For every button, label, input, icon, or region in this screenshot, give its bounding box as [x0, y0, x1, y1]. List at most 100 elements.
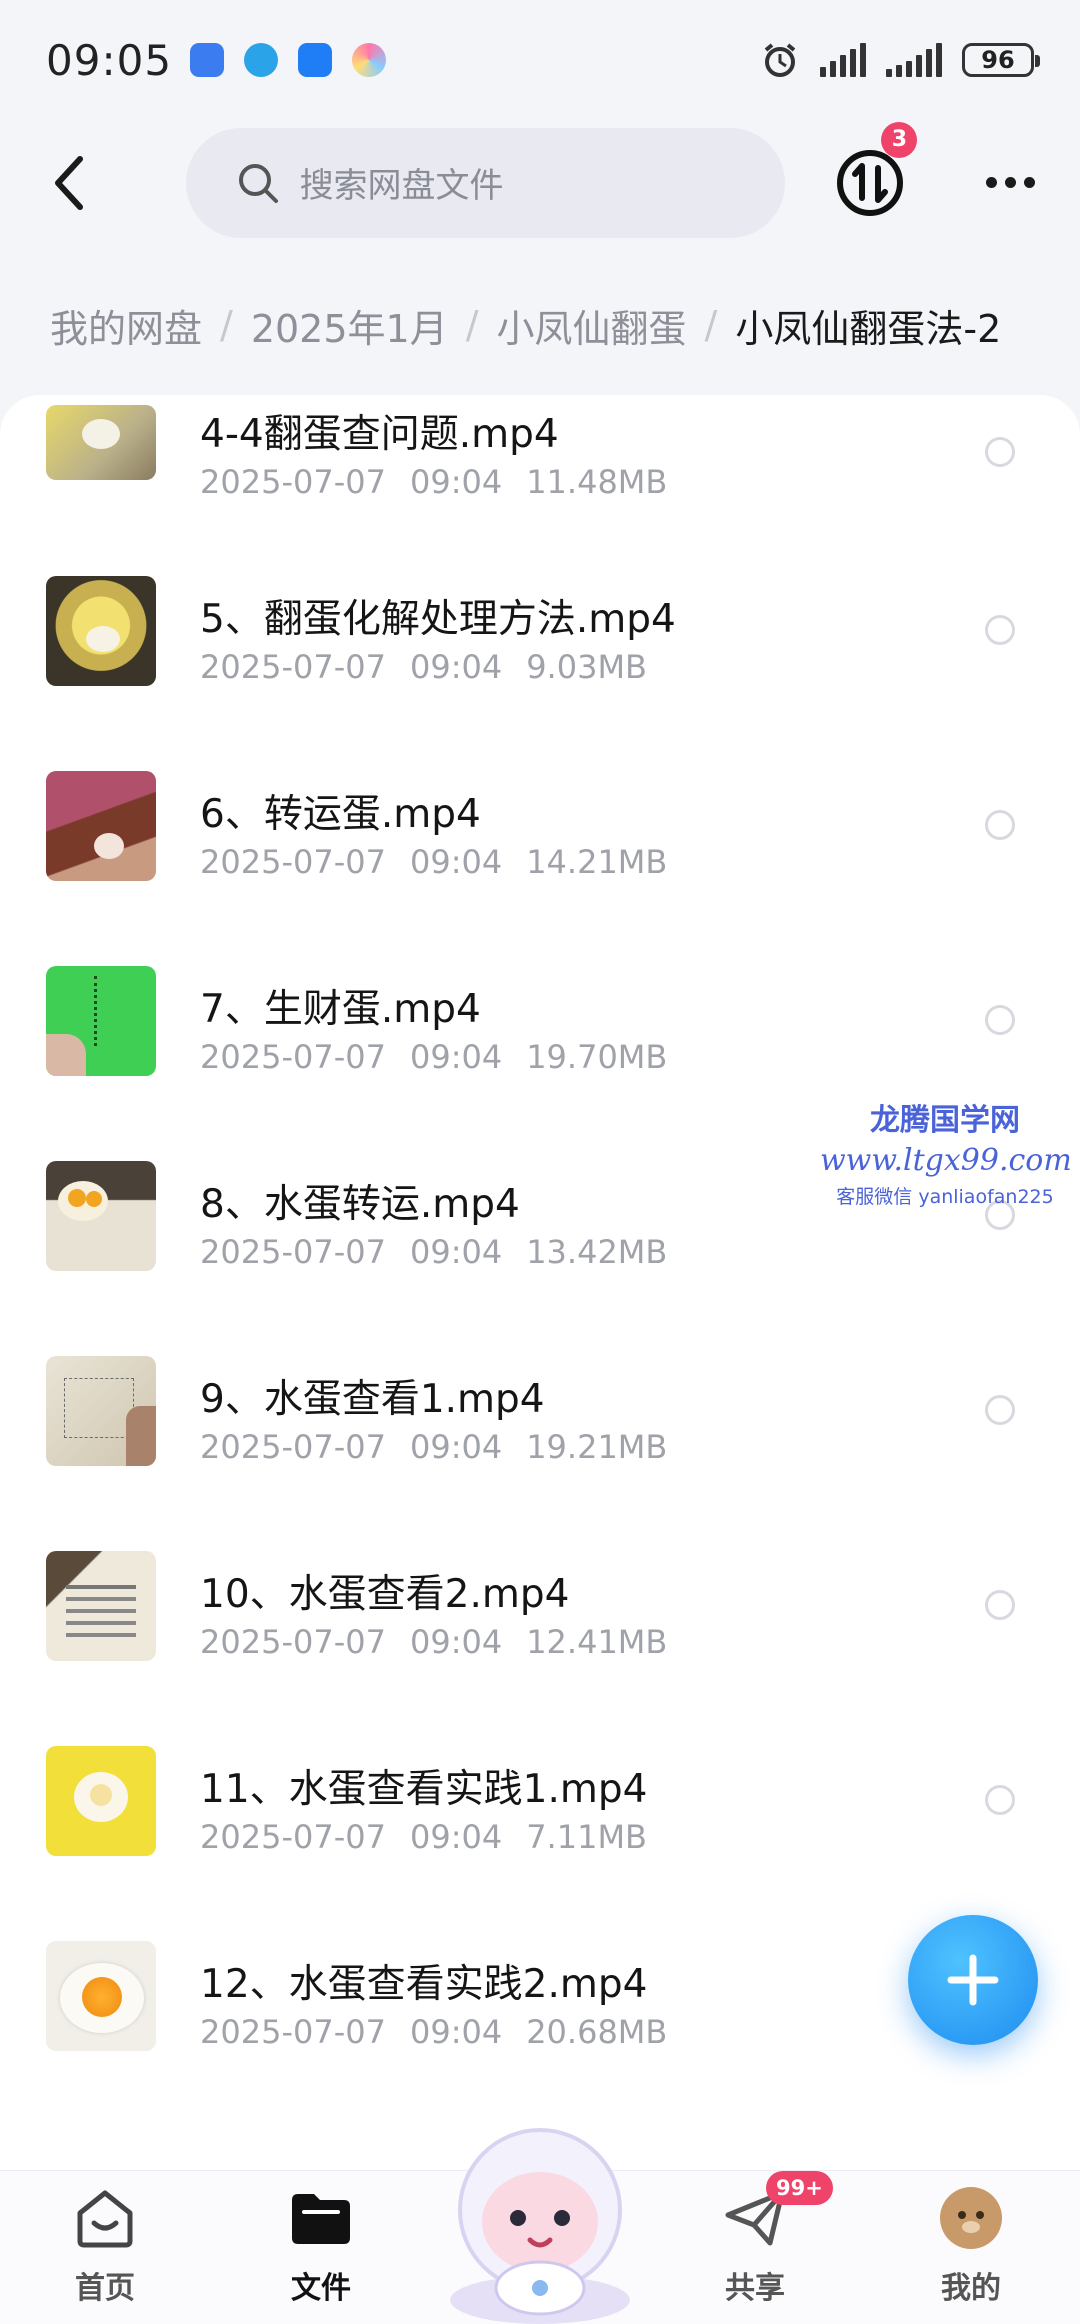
more-button[interactable] — [980, 153, 1040, 213]
file-time: 09:04 — [409, 648, 503, 686]
file-row[interactable]: 6、转运蛋.mp4 2025-07-07 09:04 14.21MB — [0, 725, 1080, 920]
file-time: 09:04 — [409, 1623, 503, 1661]
video-thumbnail — [46, 1161, 156, 1271]
file-size: 19.70MB — [526, 1038, 668, 1076]
file-row[interactable]: 9、水蛋查看1.mp4 2025-07-07 09:04 19.21MB — [0, 1310, 1080, 1505]
video-thumbnail — [46, 1551, 156, 1661]
transfer-button[interactable]: 3 — [835, 121, 918, 218]
breadcrumb-item[interactable]: 小凤仙翻蛋 — [497, 298, 687, 353]
file-name: 9、水蛋查看1.mp4 — [200, 1377, 545, 1422]
breadcrumb: 我的网盘 / 2025年1月 / 小凤仙翻蛋 / 小凤仙翻蛋法-2 — [50, 290, 1080, 360]
file-meta: 2025-07-07 09:04 14.21MB — [200, 843, 691, 881]
select-radio[interactable] — [985, 437, 1015, 467]
breadcrumb-separator: / — [704, 303, 718, 347]
select-radio[interactable] — [985, 1005, 1015, 1035]
watermark-contact: 客服微信 yanliaofan225 — [836, 1186, 1054, 1208]
breadcrumb-item[interactable]: 2025年1月 — [251, 298, 448, 353]
file-size: 13.42MB — [526, 1233, 668, 1271]
select-radio[interactable] — [985, 1395, 1015, 1425]
file-time: 09:04 — [409, 1818, 503, 1856]
file-name: 5、翻蛋化解处理方法.mp4 — [200, 597, 676, 642]
file-date: 2025-07-07 — [200, 843, 386, 881]
file-name: 12、水蛋查看实践2.mp4 — [200, 1962, 648, 2007]
status-time: 09:05 — [46, 35, 173, 85]
file-size: 19.21MB — [526, 1428, 668, 1466]
file-name: 4-4翻蛋查问题.mp4 — [200, 412, 559, 457]
mascot-icon[interactable] — [430, 2110, 650, 2324]
app-notification-icon — [244, 43, 279, 77]
file-size: 12.41MB — [526, 1623, 668, 1661]
select-radio[interactable] — [985, 1590, 1015, 1620]
file-name: 7、生财蛋.mp4 — [200, 987, 481, 1032]
file-meta: 2025-07-07 09:04 19.21MB — [200, 1428, 691, 1466]
watermark-url: www.ltgx99.com — [820, 1143, 1072, 1178]
file-size: 14.21MB — [526, 843, 668, 881]
tab-share[interactable]: 99+ 共享 — [690, 2171, 833, 2323]
file-meta: 2025-07-07 09:04 11.48MB — [200, 463, 691, 501]
transfer-badge: 3 — [881, 121, 918, 158]
file-time: 09:04 — [409, 1428, 503, 1466]
file-date: 2025-07-07 — [200, 2013, 386, 2051]
watermark-title: 龙腾国学网 — [870, 1103, 1020, 1138]
app-notification-icon — [190, 43, 225, 77]
file-row[interactable]: 10、水蛋查看2.mp4 2025-07-07 09:04 12.41MB — [0, 1505, 1080, 1700]
file-date: 2025-07-07 — [200, 1818, 386, 1856]
file-meta: 2025-07-07 09:04 20.68MB — [200, 2013, 691, 2051]
avatar — [936, 2183, 1006, 2253]
more-dot — [985, 177, 997, 188]
tab-files[interactable]: 文件 — [256, 2183, 386, 2323]
status-app-icons — [190, 43, 387, 77]
file-list: 4-4翻蛋查问题.mp4 2025-07-07 09:04 11.48MB 5、翻蛋… — [0, 395, 1080, 2170]
file-size: 9.03MB — [526, 648, 647, 686]
breadcrumb-current: 小凤仙翻蛋法-2 — [735, 306, 1002, 351]
plus-icon — [947, 1954, 999, 2006]
battery-icon: 96 — [962, 43, 1040, 77]
select-radio[interactable] — [985, 1785, 1015, 1815]
video-thumbnail — [46, 1746, 156, 1856]
file-date: 2025-07-07 — [200, 648, 386, 686]
file-meta: 2025-07-07 09:04 13.42MB — [200, 1233, 691, 1271]
file-meta: 2025-07-07 09:04 12.41MB — [200, 1623, 691, 1661]
select-radio[interactable] — [985, 615, 1015, 645]
tab-home[interactable]: 首页 — [40, 2183, 170, 2323]
breadcrumb-item[interactable]: 我的网盘 — [50, 298, 202, 353]
video-thumbnail — [46, 576, 156, 686]
status-bar: 09:05 96 — [0, 0, 1080, 120]
tab-home-label: 首页 — [75, 2271, 135, 2306]
search-icon — [238, 163, 278, 203]
transfer-icon — [837, 149, 904, 216]
signal-icon — [886, 43, 942, 77]
video-thumbnail — [46, 966, 156, 1076]
file-date: 2025-07-07 — [200, 463, 386, 501]
paper-plane-icon: 99+ — [720, 2171, 833, 2253]
folder-icon — [286, 2183, 356, 2253]
file-row[interactable]: 7、生财蛋.mp4 2025-07-07 09:04 19.70MB — [0, 920, 1080, 1115]
add-button[interactable] — [908, 1915, 1038, 2045]
file-time: 09:04 — [409, 843, 503, 881]
file-date: 2025-07-07 — [200, 1038, 386, 1076]
file-row[interactable]: 5、翻蛋化解处理方法.mp4 2025-07-07 09:04 9.03MB — [0, 530, 1080, 725]
search-input[interactable]: 搜索网盘文件 — [185, 127, 786, 238]
breadcrumb-separator: / — [465, 303, 479, 347]
tab-me[interactable]: 我的 — [906, 2183, 1036, 2323]
alarm-icon — [764, 43, 796, 77]
file-size: 20.68MB — [526, 2013, 668, 2051]
more-dot — [1004, 177, 1016, 188]
share-badge: 99+ — [766, 2171, 833, 2205]
file-meta: 2025-07-07 09:04 19.70MB — [200, 1038, 691, 1076]
video-thumbnail — [46, 1356, 156, 1466]
search-placeholder: 搜索网盘文件 — [299, 166, 504, 206]
file-row[interactable]: 4-4翻蛋查问题.mp4 2025-07-07 09:04 11.48MB — [0, 395, 1080, 530]
select-radio[interactable] — [985, 810, 1015, 840]
file-time: 09:04 — [409, 1233, 503, 1271]
file-time: 09:04 — [409, 2013, 503, 2051]
breadcrumb-separator: / — [220, 303, 233, 347]
video-thumbnail — [46, 405, 156, 480]
video-thumbnail — [46, 771, 156, 881]
signal-icon — [820, 43, 866, 77]
tab-me-label: 我的 — [941, 2271, 1001, 2306]
file-time: 09:04 — [409, 1038, 503, 1076]
watermark: 龙腾国学网 www.ltgx99.com 客服微信 yanliaofan225 — [820, 1095, 1072, 1209]
back-button[interactable] — [40, 153, 100, 213]
file-row[interactable]: 11、水蛋查看实践1.mp4 2025-07-07 09:04 7.11MB — [0, 1700, 1080, 1895]
